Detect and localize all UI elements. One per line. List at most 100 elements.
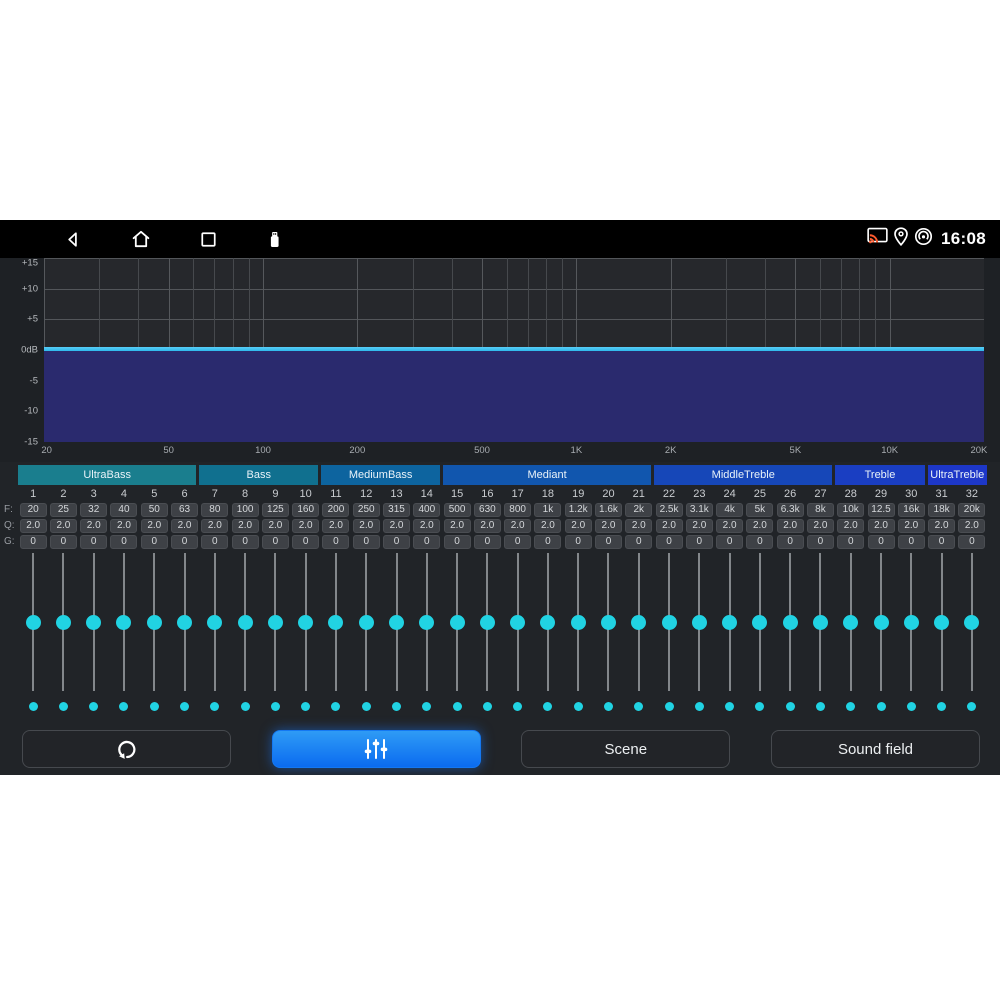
band-dot[interactable] [967, 702, 976, 711]
slider-handle[interactable] [540, 615, 555, 630]
slider-handle[interactable] [783, 615, 798, 630]
slider-handle[interactable] [238, 615, 253, 630]
band-group-ultrabass[interactable]: UltraBass [18, 465, 196, 485]
gain-slider[interactable] [79, 550, 109, 694]
back-icon[interactable] [62, 228, 85, 251]
slider-handle[interactable] [389, 615, 404, 630]
gain-slider[interactable] [109, 550, 139, 694]
slider-handle[interactable] [692, 615, 707, 630]
band-dot[interactable] [210, 702, 219, 711]
band-group-mediant[interactable]: Mediant [443, 465, 651, 485]
band-dot[interactable] [634, 702, 643, 711]
band-dot[interactable] [241, 702, 250, 711]
gain-slider[interactable] [836, 550, 866, 694]
band-dot[interactable] [483, 702, 492, 711]
band-dot[interactable] [331, 702, 340, 711]
reset-button[interactable] [22, 730, 231, 768]
band-dot[interactable] [604, 702, 613, 711]
gain-slider[interactable] [169, 550, 199, 694]
gain-slider[interactable] [321, 550, 351, 694]
band-dot[interactable] [543, 702, 552, 711]
band-dot[interactable] [513, 702, 522, 711]
band-dot[interactable] [695, 702, 704, 711]
slider-handle[interactable] [480, 615, 495, 630]
band-dot[interactable] [29, 702, 38, 711]
band-dot[interactable] [786, 702, 795, 711]
band-dot[interactable] [180, 702, 189, 711]
band-dot[interactable] [59, 702, 68, 711]
slider-handle[interactable] [298, 615, 313, 630]
slider-handle[interactable] [631, 615, 646, 630]
equalizer-button[interactable] [272, 730, 481, 768]
band-group-middletreble[interactable]: MiddleTreble [654, 465, 832, 485]
gain-slider[interactable] [805, 550, 835, 694]
gain-slider[interactable] [654, 550, 684, 694]
slider-handle[interactable] [571, 615, 586, 630]
gain-slider[interactable] [291, 550, 321, 694]
slider-handle[interactable] [86, 615, 101, 630]
slider-handle[interactable] [116, 615, 131, 630]
band-dot[interactable] [937, 702, 946, 711]
slider-handle[interactable] [662, 615, 677, 630]
gain-slider[interactable] [684, 550, 714, 694]
band-dot[interactable] [150, 702, 159, 711]
gain-slider[interactable] [714, 550, 744, 694]
gain-slider[interactable] [351, 550, 381, 694]
gain-slider[interactable] [745, 550, 775, 694]
gain-slider[interactable] [563, 550, 593, 694]
gain-slider[interactable] [503, 550, 533, 694]
slider-handle[interactable] [26, 615, 41, 630]
slider-handle[interactable] [328, 615, 343, 630]
slider-handle[interactable] [207, 615, 222, 630]
gain-slider[interactable] [442, 550, 472, 694]
slider-handle[interactable] [268, 615, 283, 630]
slider-handle[interactable] [147, 615, 162, 630]
sound-field-button[interactable]: Sound field [771, 730, 980, 768]
slider-handle[interactable] [450, 615, 465, 630]
gain-slider[interactable] [18, 550, 48, 694]
band-group-mediumbass[interactable]: MediumBass [321, 465, 440, 485]
gain-slider[interactable] [381, 550, 411, 694]
band-dot[interactable] [89, 702, 98, 711]
slider-handle[interactable] [752, 615, 767, 630]
gain-slider[interactable] [533, 550, 563, 694]
slider-handle[interactable] [964, 615, 979, 630]
slider-handle[interactable] [904, 615, 919, 630]
band-dot[interactable] [422, 702, 431, 711]
home-icon[interactable] [129, 227, 153, 251]
slider-handle[interactable] [874, 615, 889, 630]
slider-handle[interactable] [934, 615, 949, 630]
usb-icon[interactable] [264, 228, 287, 251]
band-dot[interactable] [665, 702, 674, 711]
gain-slider[interactable] [260, 550, 290, 694]
scene-button[interactable]: Scene [521, 730, 730, 768]
gain-slider[interactable] [230, 550, 260, 694]
slider-handle[interactable] [722, 615, 737, 630]
gain-slider[interactable] [624, 550, 654, 694]
gain-slider[interactable] [896, 550, 926, 694]
gain-slider[interactable] [472, 550, 502, 694]
band-dot[interactable] [574, 702, 583, 711]
band-dot[interactable] [301, 702, 310, 711]
gain-slider[interactable] [593, 550, 623, 694]
gain-slider[interactable] [926, 550, 956, 694]
slider-handle[interactable] [359, 615, 374, 630]
band-dot[interactable] [816, 702, 825, 711]
gain-slider[interactable] [48, 550, 78, 694]
gain-slider[interactable] [775, 550, 805, 694]
band-dot[interactable] [907, 702, 916, 711]
band-group-ultratreble[interactable]: UltraTreble [928, 465, 987, 485]
band-dot[interactable] [725, 702, 734, 711]
band-dot[interactable] [453, 702, 462, 711]
band-dot[interactable] [362, 702, 371, 711]
slider-handle[interactable] [601, 615, 616, 630]
slider-handle[interactable] [843, 615, 858, 630]
gain-slider[interactable] [412, 550, 442, 694]
slider-handle[interactable] [510, 615, 525, 630]
band-group-treble[interactable]: Treble [835, 465, 924, 485]
gain-slider[interactable] [200, 550, 230, 694]
band-dot[interactable] [119, 702, 128, 711]
slider-handle[interactable] [813, 615, 828, 630]
slider-handle[interactable] [56, 615, 71, 630]
band-dot[interactable] [271, 702, 280, 711]
